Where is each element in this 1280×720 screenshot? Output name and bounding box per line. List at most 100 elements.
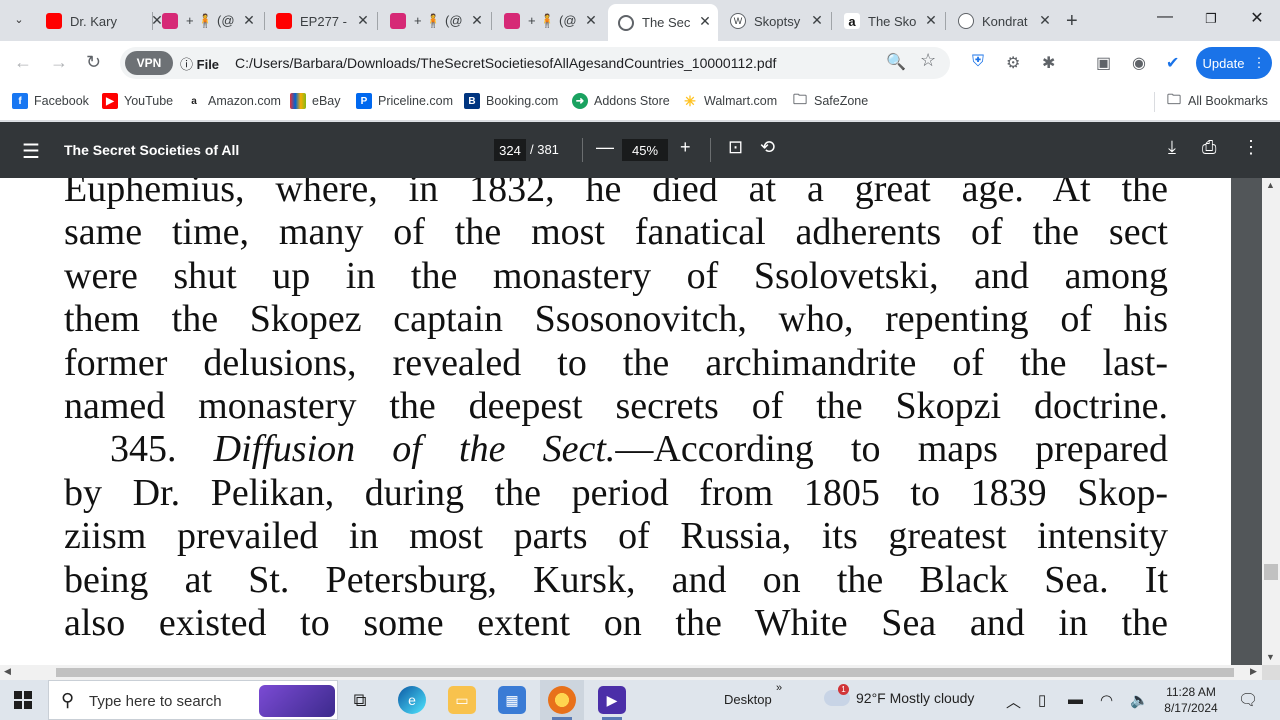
restore-icon[interactable]: ❐ — [1188, 11, 1234, 27]
extension-gear-icon[interactable]: ⚙ — [1006, 53, 1020, 73]
weather-widget[interactable]: 1 92°F Mostly cloudy — [824, 684, 974, 706]
all-bookmarks[interactable]: 🗀 All Bookmarks — [1166, 91, 1268, 109]
bookmark-label: Amazon.com — [208, 94, 281, 108]
profile-avatar-icon[interactable]: ◉ — [1132, 53, 1146, 73]
vpn-shield-icon[interactable]: ✔ — [1166, 53, 1179, 73]
close-icon[interactable]: ✕ — [582, 12, 600, 29]
pdf-viewport[interactable]: Euphemius, where, in 1832, he died at a … — [0, 178, 1280, 665]
close-icon[interactable]: ✕ — [696, 13, 714, 30]
youtube-icon: ▶ — [102, 93, 118, 109]
file-explorer-icon[interactable]: ▭ — [448, 686, 476, 714]
chrome-icon[interactable] — [548, 686, 576, 714]
hamburger-menu-icon[interactable]: ☰ — [22, 139, 40, 164]
address-bar[interactable]: VPN ⓘ File C:/Users/Barbara/Downloads/Th… — [120, 47, 950, 79]
desktop-toolbar-arrow[interactable]: » — [776, 682, 782, 694]
reload-icon[interactable]: ↻ — [86, 52, 101, 73]
section-title: Diffusion of the Sect. — [213, 428, 616, 471]
bookmark-priceline[interactable]: P Priceline.com — [356, 93, 453, 109]
tab-5[interactable]: + 🧍 (@v ✕ — [504, 6, 604, 36]
tab-strip: ⌄ Dr. Kary ✕ + 🧍 (@v ✕ EP277 - ✕ + 🧍 (@v… — [0, 0, 1280, 41]
close-icon[interactable]: ✕ — [808, 12, 826, 29]
close-icon[interactable]: ✕ — [240, 12, 258, 29]
tab-title: Dr. Kary — [70, 13, 117, 29]
bookmark-facebook[interactable]: f Facebook — [12, 93, 89, 109]
page-number-input[interactable]: 324 — [494, 139, 526, 161]
extensions-puzzle-icon[interactable]: ✱ — [1042, 53, 1055, 73]
tab-9[interactable]: Kondrat ✕ — [958, 6, 1058, 36]
info-icon: ⓘ — [180, 57, 194, 72]
horizontal-scrollbar[interactable]: ◀ ▶ — [0, 665, 1262, 680]
rotate-icon[interactable]: ⟲ — [760, 137, 775, 158]
extension-shield-icon[interactable]: ⛨ — [972, 53, 984, 71]
bookmark-walmart[interactable]: ✳ Walmart.com — [682, 93, 777, 109]
tab-8[interactable]: a The Sko ✕ — [844, 6, 944, 36]
scroll-right-arrow-icon[interactable]: ▶ — [1250, 666, 1257, 677]
back-icon[interactable]: ← — [14, 52, 32, 73]
show-hidden-icons-chevron-icon[interactable]: ︿ — [1006, 691, 1021, 712]
url-text[interactable]: C:/Users/Barbara/Downloads/TheSecretSoci… — [235, 55, 776, 71]
windows-start-icon[interactable] — [14, 691, 32, 709]
wifi-icon[interactable]: ◠ — [1100, 691, 1113, 709]
desktop-toolbar-label[interactable]: Desktop — [724, 692, 772, 707]
minimize-icon[interactable]: — — [1142, 8, 1188, 26]
folder-icon: 🗀 — [1166, 91, 1182, 109]
bookmark-booking[interactable]: B Booking.com — [464, 93, 558, 109]
zoom-out-icon[interactable]: — — [596, 137, 614, 158]
zoom-level-input[interactable]: 45% — [622, 139, 668, 161]
task-view-icon[interactable]: ⧉ — [346, 686, 374, 714]
update-button[interactable]: Update ⋮ — [1196, 47, 1272, 79]
bookmark-youtube[interactable]: ▶ YouTube — [102, 93, 173, 109]
scroll-up-arrow-icon[interactable]: ▲ — [1266, 180, 1275, 190]
vpn-badge[interactable]: VPN — [125, 51, 173, 75]
vertical-scrollbar[interactable]: ▲ ▼ — [1262, 178, 1280, 665]
bookmark-amazon[interactable]: a Amazon.com — [186, 93, 281, 109]
edge-icon[interactable]: e — [398, 686, 426, 714]
tab-title: Skoptsy — [754, 13, 801, 29]
download-icon[interactable]: ⤓ — [1168, 137, 1176, 158]
print-icon[interactable]: ⎙ — [1202, 137, 1216, 158]
battery-icon[interactable]: ▬ — [1068, 691, 1083, 708]
site-info[interactable]: ⓘ File — [180, 54, 219, 73]
scroll-down-arrow-icon[interactable]: ▼ — [1266, 652, 1275, 662]
pdf-page: Euphemius, where, in 1832, he died at a … — [0, 178, 1231, 665]
text-line: Euphemius, where, in 1832, he died at a … — [64, 178, 1168, 210]
bookmark-safezone[interactable]: 🗀 SafeZone — [792, 91, 868, 109]
new-tab-icon[interactable]: + — [1066, 10, 1078, 33]
update-label: Update — [1202, 55, 1245, 71]
facebook-icon: f — [12, 93, 28, 109]
volume-icon[interactable]: 🔈 — [1130, 691, 1149, 709]
meet-now-icon[interactable]: ▯ — [1038, 691, 1046, 709]
forward-icon[interactable]: → — [50, 52, 68, 73]
horizontal-scroll-thumb[interactable] — [56, 668, 1234, 677]
clock[interactable]: 11:28 AM 8/17/2024 — [1158, 684, 1224, 716]
window-close-icon[interactable]: ✕ — [1234, 8, 1280, 28]
store-icon[interactable]: ▦ — [498, 686, 526, 714]
tab-search-chevron-icon[interactable]: ⌄ — [8, 8, 30, 30]
tab-title: + 🧍 (@v — [414, 13, 462, 28]
tab-title: The Sko — [868, 13, 916, 29]
tab-7[interactable]: W Skoptsy ✕ — [730, 6, 830, 36]
tab-6-active[interactable]: The Sec ✕ — [608, 4, 718, 41]
tab-4[interactable]: + 🧍 (@v ✕ — [390, 6, 490, 36]
close-icon[interactable]: ✕ — [468, 12, 486, 29]
bookmark-addons[interactable]: ➜ Addons Store — [572, 93, 670, 109]
notifications-icon[interactable]: 🗨 — [1238, 690, 1258, 710]
video-app-icon[interactable]: ▶ — [598, 686, 626, 714]
zoom-icon[interactable]: 🔍 — [886, 52, 906, 72]
zoom-in-icon[interactable]: + — [680, 137, 691, 158]
tab-2[interactable]: + 🧍 (@v ✕ — [162, 6, 262, 36]
close-icon[interactable]: ✕ — [922, 12, 940, 29]
tab-3[interactable]: EP277 - ✕ — [276, 6, 376, 36]
fit-page-icon[interactable]: ⊡ — [728, 137, 743, 158]
bookmark-ebay[interactable]: eBay — [290, 93, 341, 109]
vertical-scroll-thumb[interactable] — [1264, 564, 1278, 580]
more-options-icon[interactable]: ⋮ — [1242, 137, 1260, 158]
side-panel-icon[interactable]: ▣ — [1096, 53, 1111, 73]
scroll-left-arrow-icon[interactable]: ◀ — [4, 666, 11, 677]
tab-separator — [152, 12, 153, 30]
close-icon[interactable]: ✕ — [1036, 12, 1054, 29]
taskbar-search-box[interactable]: ⚲ Type here to search — [48, 680, 338, 720]
close-icon[interactable]: ✕ — [354, 12, 372, 29]
bookmark-star-icon[interactable]: ☆ — [920, 50, 936, 71]
section-number: 345. — [110, 428, 177, 471]
